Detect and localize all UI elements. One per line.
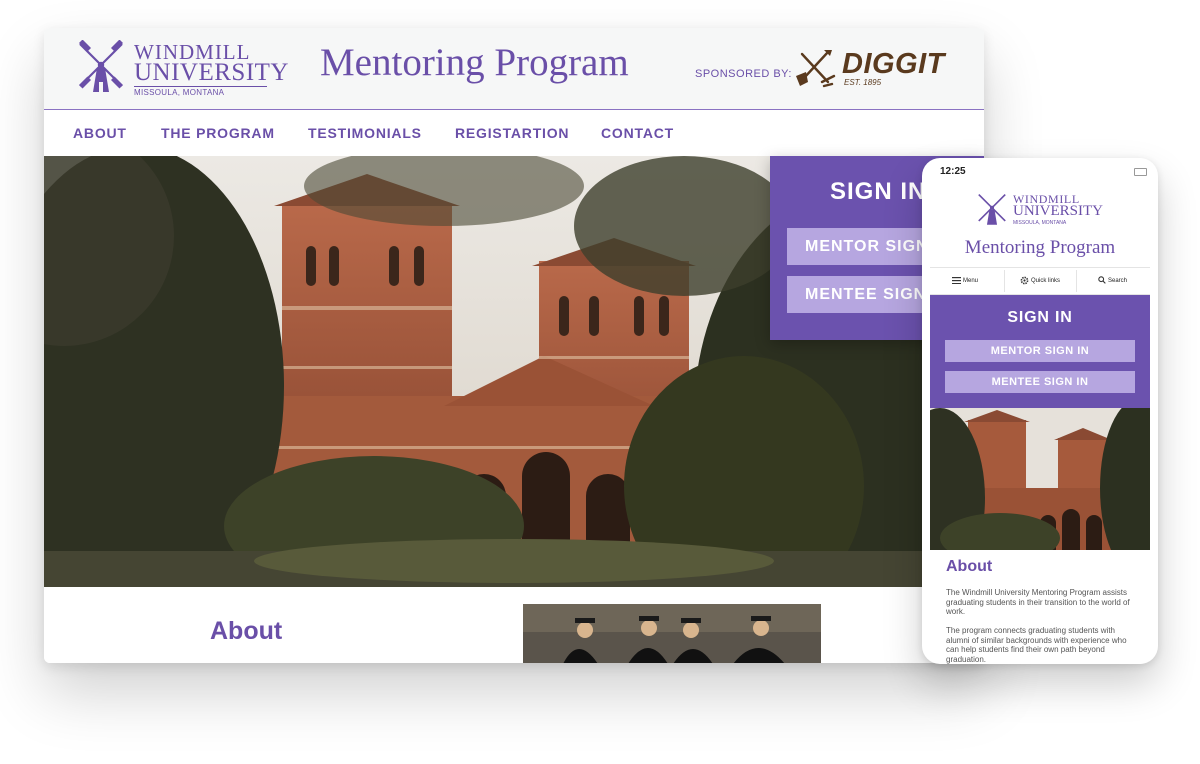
- logo-location: MISSOULA, MONTANA: [134, 88, 225, 97]
- graduates-photo: [523, 604, 821, 663]
- search-label: Search: [1108, 278, 1128, 284]
- logo-line2: UNIVERSITY: [134, 59, 289, 86]
- mobile-mentee-signin-button[interactable]: MENTEE SIGN IN: [945, 371, 1135, 393]
- mobile-site-title: Mentoring Program: [964, 237, 1116, 258]
- status-time: 12:25: [940, 166, 966, 177]
- shovel-pitchfork-icon: [796, 50, 836, 88]
- mobile-signin-panel: SIGN IN MENTOR SIGN IN MENTEE SIGN IN: [930, 295, 1150, 408]
- nav-contact[interactable]: CONTACT: [601, 125, 674, 141]
- windmill-icon: [78, 40, 124, 92]
- quick-links-label: Quick links: [1031, 278, 1061, 284]
- mobile-about-paragraph-1: The Windmill University Mentoring Progra…: [946, 588, 1130, 616]
- signin-title: SIGN IN: [830, 178, 927, 205]
- mobile-mockup: 12:25 WINDMILL UNIVERSITY MISSOULA, MONT…: [922, 158, 1158, 664]
- nav-divider: [1004, 270, 1005, 292]
- sponsor-tagline: EST. 1895: [844, 78, 882, 87]
- gear-icon: [1020, 276, 1029, 285]
- sponsor-logo[interactable]: DIGGIT EST. 1895: [794, 48, 964, 88]
- windmill-icon: [978, 193, 1006, 225]
- mobile-campus-photo: [930, 408, 1150, 550]
- mobile-nav: Menu Quick links Search: [930, 267, 1150, 295]
- menu-label: Menu: [963, 278, 979, 284]
- mobile-logo-line2: UNIVERSITY: [1013, 203, 1103, 219]
- nav-registration[interactable]: REGISTARTION: [455, 125, 569, 141]
- logo-divider: [134, 86, 267, 87]
- about-section: About: [44, 587, 984, 663]
- mobile-signin-title: SIGN IN: [1007, 309, 1073, 326]
- search-button[interactable]: Search: [1098, 268, 1127, 294]
- main-nav: ABOUT THE PROGRAM TESTIMONIALS REGISTART…: [44, 110, 984, 156]
- desktop-mockup: WINDMILL UNIVERSITY MISSOULA, MONTANA Me…: [44, 28, 984, 663]
- site-title: Mentoring Program: [320, 41, 629, 84]
- search-icon: [1098, 276, 1106, 285]
- mobile-university-logo[interactable]: WINDMILL UNIVERSITY MISSOULA, MONTANA: [976, 192, 1116, 232]
- mobile-about-paragraph-2: The program connects graduating students…: [946, 626, 1127, 664]
- mobile-logo-location: MISSOULA, MONTANA: [1013, 220, 1067, 226]
- hamburger-icon: [952, 276, 961, 285]
- about-heading: About: [210, 617, 283, 645]
- nav-the-program[interactable]: THE PROGRAM: [161, 125, 275, 141]
- sponsor-name: DIGGIT: [842, 48, 945, 80]
- quick-links-button[interactable]: Quick links: [1020, 268, 1060, 294]
- nav-about[interactable]: ABOUT: [73, 125, 127, 141]
- menu-button[interactable]: Menu: [952, 268, 978, 294]
- university-logo[interactable]: WINDMILL UNIVERSITY MISSOULA, MONTANA: [76, 40, 289, 100]
- nav-testimonials[interactable]: TESTIMONIALS: [308, 125, 422, 141]
- mobile-about-heading: About: [946, 558, 993, 575]
- mobile-mentor-signin-button[interactable]: MENTOR SIGN IN: [945, 340, 1135, 362]
- battery-icon: [1134, 168, 1147, 176]
- site-header: WINDMILL UNIVERSITY MISSOULA, MONTANA Me…: [44, 28, 984, 110]
- nav-divider: [1076, 270, 1077, 292]
- sponsor-label: SPONSORED BY:: [695, 68, 792, 80]
